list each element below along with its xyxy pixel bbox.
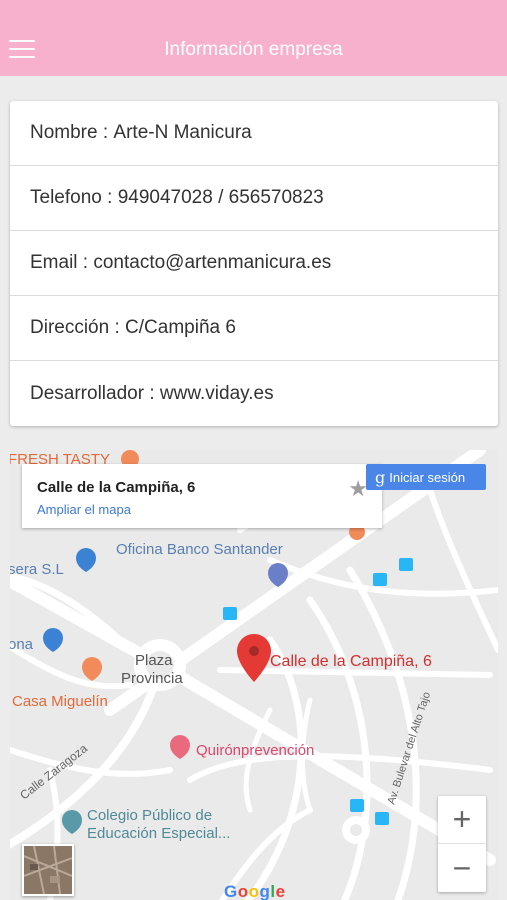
poi-label: ona: [10, 636, 34, 653]
info-label: Nombre: [30, 122, 98, 143]
info-row-name: Nombre : Arte-N Manicura: [10, 101, 498, 166]
expand-map-link[interactable]: Ampliar el mapa: [37, 502, 131, 517]
poi-label: Educación Especial...: [87, 825, 230, 842]
info-separator: :: [109, 317, 126, 338]
google-g-icon: g: [375, 467, 386, 487]
page-title: Información empresa: [164, 39, 343, 60]
embedded-map[interactable]: FRESH TASTY Oficina Banco Santander sera…: [10, 450, 498, 900]
info-label: Telefono: [30, 187, 102, 208]
poi-label: Oficina Banco Santander: [116, 541, 283, 558]
bus-stop-icon: [373, 573, 387, 586]
bus-stop-icon: [350, 799, 364, 812]
company-info-card: Nombre : Arte-N Manicura Telefono : 9490…: [10, 101, 498, 426]
bus-stop-icon: [399, 558, 413, 571]
info-row-address: Dirección : C/Campiña 6: [10, 296, 498, 361]
info-value: contacto@artenmanicura.es: [93, 252, 332, 273]
info-separator: :: [97, 122, 114, 143]
info-separator: :: [77, 252, 94, 273]
info-value: 949047028 / 656570823: [117, 187, 324, 208]
poi-label: sera S.L: [10, 561, 64, 578]
info-row-phone[interactable]: Telefono : 949047028 / 656570823: [10, 166, 498, 231]
info-value: www.viday.es: [159, 382, 274, 404]
poi-label: Provincia: [121, 670, 183, 687]
zoom-control: + −: [438, 796, 486, 892]
bus-stop-icon: [375, 812, 389, 825]
place-title: Calle de la Campiña, 6: [37, 479, 196, 496]
zoom-out-button[interactable]: −: [438, 844, 486, 892]
google-logo: Google: [224, 882, 286, 900]
info-row-email[interactable]: Email : contacto@artenmanicura.es: [10, 231, 498, 296]
info-value: C/Campiña 6: [125, 317, 236, 338]
poi-label: Plaza: [135, 652, 173, 669]
info-label: Desarrollador: [30, 382, 145, 404]
info-separator: :: [101, 187, 118, 208]
poi-label: Quirónprevención: [196, 742, 314, 759]
info-row-developer[interactable]: Desarrollador : www.viday.es: [10, 361, 498, 426]
info-label: Dirección: [30, 317, 110, 338]
poi-label: Casa Miguelín: [12, 693, 108, 710]
zoom-in-button[interactable]: +: [438, 796, 486, 844]
satellite-toggle-thumbnail[interactable]: [22, 844, 74, 896]
marker-label: Calle de la Campiña, 6: [270, 653, 432, 670]
app-bar: Información empresa: [0, 0, 507, 76]
info-value: Arte-N Manicura: [113, 122, 252, 143]
sign-in-label: Iniciar sesión: [389, 469, 466, 485]
poi-label: Colegio Público de: [87, 807, 212, 824]
bus-stop-icon: [223, 607, 237, 620]
sign-in-button[interactable]: g Iniciar sesión: [366, 464, 486, 490]
place-info-card: Calle de la Campiña, 6 Ampliar el mapa ★: [22, 464, 382, 528]
info-label: Email: [30, 252, 78, 273]
info-separator: :: [144, 382, 160, 404]
